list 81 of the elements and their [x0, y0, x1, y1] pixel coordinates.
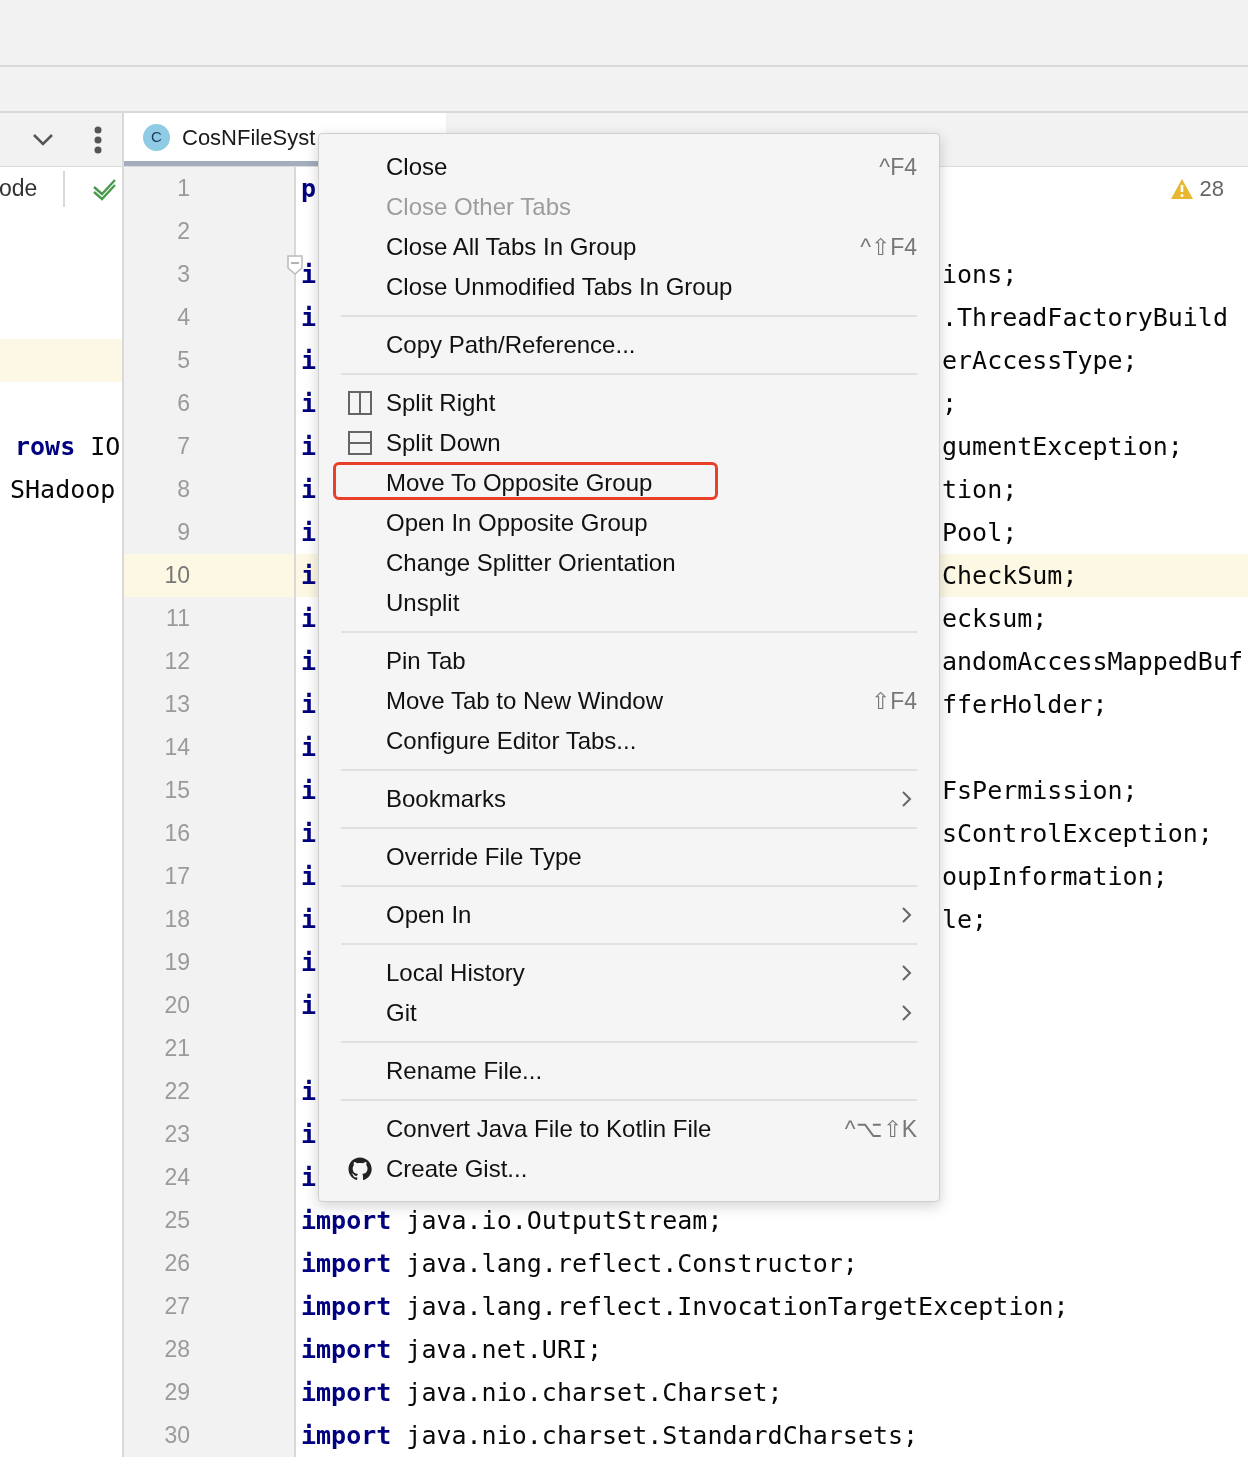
line-number: 23 [164, 1120, 190, 1150]
code-line: import java.lang.reflect.InvocationTargetException; [301, 1290, 1069, 1323]
code-line: i [301, 989, 317, 1022]
line-number: 8 [177, 475, 190, 505]
line-number: 20 [164, 991, 190, 1021]
line-number: 12 [164, 647, 190, 677]
line-number: 15 [164, 776, 190, 806]
code-line: i [301, 817, 317, 850]
shortcut-label: ^⌥⇧K [844, 1114, 917, 1144]
code-line: ; [942, 387, 958, 420]
shortcut-label: ^⇧F4 [860, 232, 917, 262]
code-line: i [301, 258, 317, 291]
code-line: i [301, 860, 317, 893]
code-line: rows IO [14, 430, 121, 463]
code-line: Pool; [942, 516, 1018, 549]
code-line: import java.io.OutputStream; [301, 1204, 723, 1237]
code-line: SHadoop [9, 473, 116, 506]
line-number: 16 [164, 819, 190, 849]
code-line: i [301, 1118, 317, 1151]
line-number: 6 [177, 389, 190, 419]
code-line: i [301, 731, 317, 764]
code-line: i [301, 688, 317, 721]
shortcut-label: ^F4 [879, 152, 917, 182]
line-number: 28 [164, 1335, 190, 1365]
code-line: i [301, 602, 317, 635]
code-line: i [301, 774, 317, 807]
code-line: gumentException; [942, 430, 1183, 463]
code-line: import java.net.URI; [301, 1333, 603, 1366]
line-number: 1 [177, 174, 190, 204]
code-line: ecksum; [942, 602, 1048, 635]
code-line: import java.nio.charset.Charset; [301, 1376, 783, 1409]
code-line: FsPermission; [942, 774, 1138, 807]
shortcut-label: ⇧F4 [871, 686, 917, 716]
code-line: fferHolder; [942, 688, 1108, 721]
line-number: 3 [177, 260, 190, 290]
line-number: 13 [164, 690, 190, 720]
code-line: erAccessType; [942, 344, 1138, 377]
line-number: 2 [177, 217, 190, 247]
line-number: 4 [177, 303, 190, 333]
line-number: 14 [164, 733, 190, 763]
code-line: i [301, 344, 317, 377]
line-number: 9 [177, 518, 190, 548]
code-line: CheckSum; [942, 559, 1078, 592]
line-number: 22 [164, 1077, 190, 1107]
line-number: 21 [164, 1034, 190, 1064]
line-number: 25 [164, 1206, 190, 1236]
line-number: 24 [164, 1163, 190, 1193]
code-line: import java.lang.reflect.Constructor; [301, 1247, 858, 1280]
code-line: oupInformation; [942, 860, 1168, 893]
code-line: p [301, 172, 317, 205]
line-number: 30 [164, 1421, 190, 1451]
code-line: i [301, 473, 317, 506]
code-line: sControlException; [942, 817, 1213, 850]
code-line: i [301, 645, 317, 678]
code-line: tion; [942, 473, 1018, 506]
line-number: 27 [164, 1292, 190, 1322]
class-file-icon: C [143, 123, 170, 151]
code-line: import java.nio.charset.StandardCharsets; [301, 1419, 919, 1452]
line-number: 26 [164, 1249, 190, 1279]
code-line: i [301, 430, 317, 463]
line-number: 18 [164, 905, 190, 935]
code-line: le; [942, 903, 988, 936]
line-number: 19 [164, 948, 190, 978]
line-number: 29 [164, 1378, 190, 1408]
pane-label: ode [0, 174, 38, 204]
line-number: 11 [166, 604, 190, 634]
code-line: i [301, 903, 317, 936]
code-line: i [301, 387, 317, 420]
code-line: i [301, 301, 317, 334]
code-line: i [301, 946, 317, 979]
code-line: ions; [942, 258, 1018, 291]
line-number: 7 [177, 432, 190, 462]
code-line: andomAccessMappedBuf [942, 645, 1244, 678]
line-number: 17 [164, 862, 190, 892]
line-number: 10 [164, 561, 190, 591]
line-number: 5 [177, 346, 190, 376]
code-line: .ThreadFactoryBuild [942, 301, 1228, 334]
code-line: i [301, 516, 317, 549]
code-line: i [301, 1161, 317, 1194]
code-line: i [301, 1075, 317, 1108]
code-line: i [301, 559, 317, 592]
